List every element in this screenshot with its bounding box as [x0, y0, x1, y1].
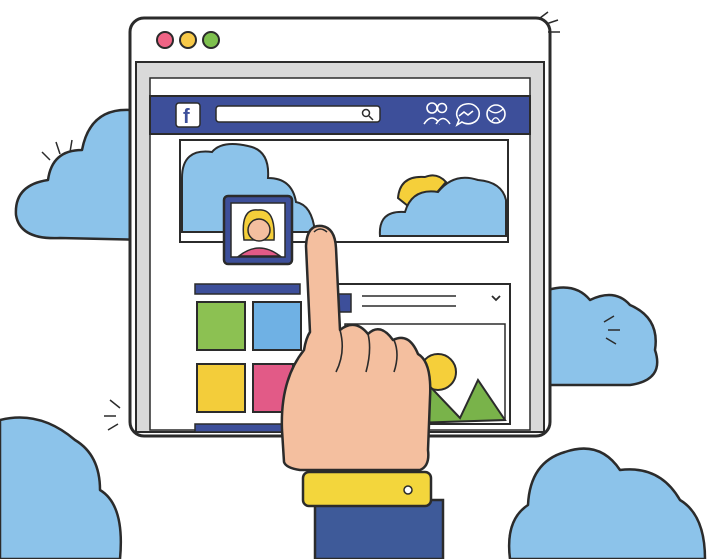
photo-tile[interactable]: [196, 363, 246, 413]
minimize-window-button[interactable]: [179, 31, 197, 49]
sleeve: [313, 498, 445, 559]
bottom-right-cloud: [507, 447, 707, 559]
maximize-window-button[interactable]: [202, 31, 220, 49]
bottom-left-cloud: [0, 416, 122, 559]
globe-icon[interactable]: [486, 104, 506, 124]
photo-tile[interactable]: [252, 301, 302, 351]
photo-tile[interactable]: [196, 301, 246, 351]
window-controls[interactable]: [156, 31, 220, 49]
facebook-navbar: f: [149, 95, 531, 135]
messenger-icon[interactable]: [455, 102, 481, 127]
logo-letter: f: [183, 106, 190, 128]
right-cloud: [546, 286, 659, 387]
search-input[interactable]: [215, 105, 381, 123]
facebook-browser-illustration: f: [0, 11, 707, 559]
profile-picture[interactable]: [222, 194, 294, 266]
photos-panel-header: [194, 283, 301, 295]
close-window-button[interactable]: [156, 31, 174, 49]
illustration: f: [0, 0, 713, 559]
